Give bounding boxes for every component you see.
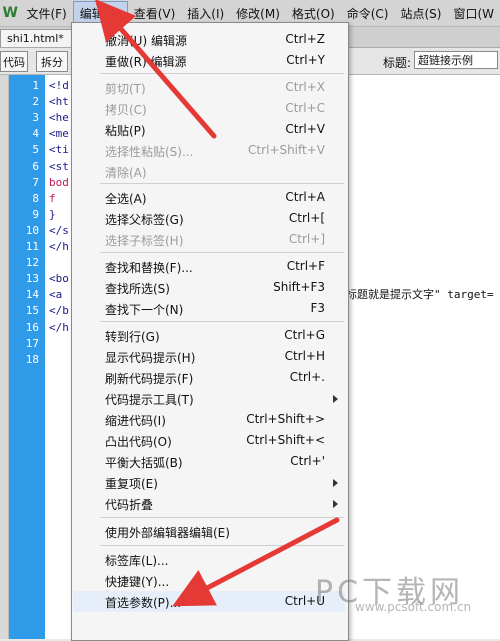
arrow-to-edit-menu [94,0,217,139]
arrow-to-preferences [172,517,340,607]
annotation-arrows [94,0,340,607]
